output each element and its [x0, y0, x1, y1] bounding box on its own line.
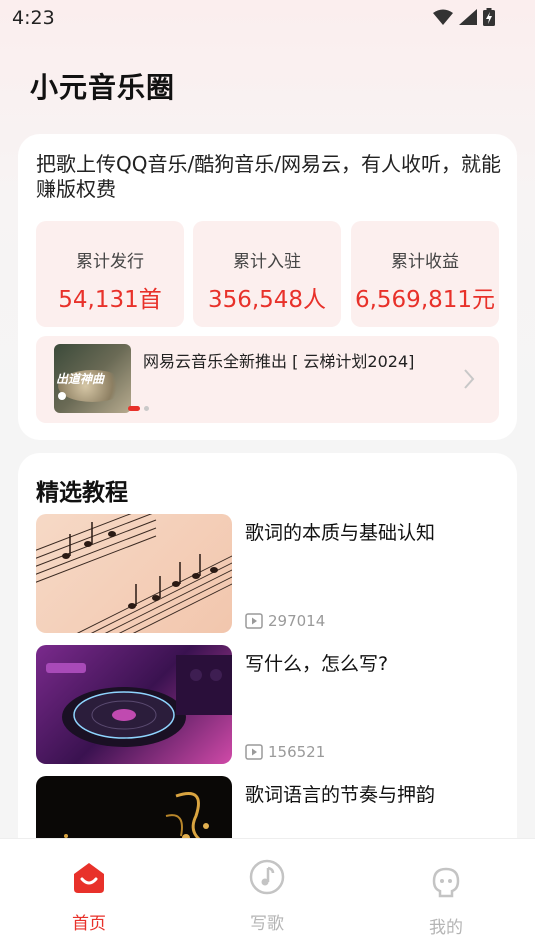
- tutorial-thumbnail: [36, 645, 232, 764]
- tutorial-title: 歌词的本质与基础认知: [245, 522, 436, 544]
- section-title: 精选教程: [36, 480, 128, 506]
- intro-text: 把歌上传QQ音乐/酷狗音乐/网易云，有人收听，就能赚版权费: [36, 152, 501, 201]
- view-count: 156521: [245, 743, 325, 761]
- chevron-right-icon: [464, 369, 475, 389]
- stat-value: 6,569,811元: [354, 287, 496, 313]
- signal-icon: [459, 9, 477, 25]
- view-count-value: 156521: [268, 743, 326, 761]
- home-icon: [74, 863, 104, 893]
- banner-text: 网易云音乐全新推出 [ 云梯计划2024]: [143, 352, 415, 371]
- tab-label: 我的: [429, 918, 463, 938]
- music-note-icon: [249, 859, 285, 895]
- stat-members: 累计入驻 356,548人: [193, 221, 341, 327]
- bottom-tab-bar: 首页 写歌 我的: [0, 838, 535, 951]
- carousel-dot: [144, 406, 149, 411]
- profile-icon: [432, 867, 460, 898]
- battery-icon: [483, 8, 495, 26]
- tutorials-card: 精选教程 歌词的本质与基础认知 297014 写什么，怎么写? 156521 歌…: [18, 453, 517, 873]
- status-time: 4:23: [12, 7, 55, 29]
- play-icon: [245, 744, 263, 760]
- carousel-indicator: [128, 406, 149, 411]
- stat-label: 累计发行: [76, 252, 144, 272]
- stat-value: 54,131首: [58, 287, 162, 313]
- stat-earnings: 累计收益 6,569,811元: [351, 221, 499, 327]
- stat-releases: 累计发行 54,131首: [36, 221, 184, 327]
- tab-write[interactable]: 写歌: [178, 839, 356, 951]
- tab-profile[interactable]: 我的: [357, 839, 535, 951]
- stat-label: 累计收益: [391, 252, 459, 272]
- announcement-banner[interactable]: 出道神曲 网易云音乐全新推出 [ 云梯计划2024]: [36, 336, 499, 423]
- promo-card: 把歌上传QQ音乐/酷狗音乐/网易云，有人收听，就能赚版权费 累计发行 54,13…: [18, 134, 517, 440]
- stat-label: 累计入驻: [233, 252, 301, 272]
- view-count: 297014: [245, 612, 325, 630]
- wifi-icon: [433, 9, 453, 25]
- banner-image: 出道神曲: [54, 344, 131, 413]
- tutorial-item[interactable]: 歌词的本质与基础认知 297014: [36, 514, 506, 634]
- banner-image-text: 出道神曲: [56, 372, 105, 386]
- view-count-value: 297014: [268, 612, 326, 630]
- tutorial-title: 歌词语言的节奏与押韵: [245, 784, 436, 806]
- status-icons: [433, 8, 495, 26]
- play-icon: [245, 613, 263, 629]
- tutorial-title: 写什么，怎么写?: [245, 653, 389, 675]
- tab-label: 首页: [72, 914, 106, 934]
- turntable-icon: [46, 655, 232, 747]
- app-title: 小元音乐圈: [30, 71, 176, 104]
- sheet-music-icon: [36, 514, 232, 633]
- tutorial-item[interactable]: 写什么，怎么写? 156521: [36, 645, 506, 765]
- tab-label: 写歌: [250, 914, 284, 934]
- stat-value: 356,548人: [207, 287, 327, 313]
- status-bar: 4:23: [0, 0, 535, 36]
- tab-home[interactable]: 首页: [0, 839, 178, 951]
- carousel-dot-active: [128, 406, 140, 411]
- tutorial-thumbnail: [36, 514, 232, 633]
